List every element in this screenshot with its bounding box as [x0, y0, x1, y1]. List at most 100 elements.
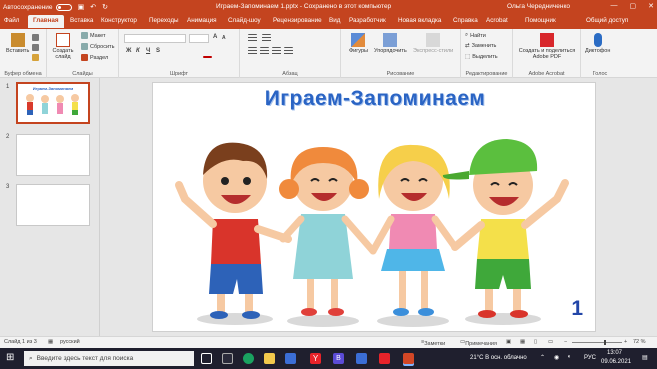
network-icon[interactable]: ◉	[554, 354, 559, 361]
user-name[interactable]: Ольга Чередниченко	[507, 3, 570, 10]
zoom-slider[interactable]	[572, 342, 622, 343]
section-button[interactable]: Раздел	[81, 54, 108, 61]
zoom-level[interactable]: 72 %	[633, 339, 646, 345]
taskbar-search-box[interactable]: ⌕ Введите здесь текст для поиска	[24, 351, 194, 366]
group-clipboard: Вставить Буфер обмена	[0, 29, 47, 78]
windows-start-icon[interactable]: ⊞	[6, 352, 14, 363]
file-explorer-icon[interactable]	[264, 353, 275, 364]
workspace: 1 Играем-Запоминаем 2 3 Играем-Запоминае…	[0, 78, 657, 336]
tab-design[interactable]: Конструктор	[101, 17, 137, 24]
italic-button[interactable]: К	[136, 48, 140, 54]
tab-developer[interactable]: Разработчик	[349, 17, 386, 24]
acrobat-icon[interactable]	[379, 353, 390, 364]
layout-button[interactable]: Макет	[81, 32, 106, 39]
edge-icon[interactable]	[243, 353, 254, 364]
slide-thumbnails-pane: 1 Играем-Запоминаем 2 3	[0, 78, 100, 336]
input-language[interactable]: РУС	[584, 355, 596, 361]
slide-title[interactable]: Играем-Запоминаем	[153, 87, 597, 111]
tab-transitions[interactable]: Переходы	[149, 17, 179, 24]
shapes-button[interactable]: Фигуры	[349, 33, 368, 54]
volume-icon[interactable]: ◖	[567, 354, 571, 360]
underline-button[interactable]: Ч	[146, 48, 150, 54]
increase-font-button[interactable]: A	[213, 34, 217, 40]
slide-sorter-icon[interactable]: ▦	[520, 339, 525, 345]
align-right-icon[interactable]	[272, 47, 281, 56]
zoom-in-button[interactable]: +	[624, 339, 627, 345]
tab-review[interactable]: Рецензирование	[273, 17, 322, 24]
decrease-font-button[interactable]: A	[222, 35, 226, 41]
language-status[interactable]: русский	[60, 339, 80, 345]
new-slide-button[interactable]: Создать слайд	[52, 33, 74, 60]
yandex-browser-icon[interactable]: Y	[310, 353, 321, 364]
autosave-control[interactable]: Автосохранение	[3, 3, 72, 11]
strikethrough-button[interactable]: S	[156, 48, 160, 54]
tab-help[interactable]: Справка	[453, 17, 478, 24]
font-size-select[interactable]	[189, 34, 209, 43]
tab-insert[interactable]: Вставка	[70, 17, 93, 24]
bullets-icon[interactable]	[248, 34, 257, 43]
tab-home[interactable]: Главная	[28, 15, 64, 28]
app-icon[interactable]	[356, 353, 367, 364]
save-icon[interactable]: ▣	[78, 3, 85, 11]
justify-icon[interactable]	[284, 47, 293, 56]
tab-acrobat[interactable]: Acrobat	[486, 17, 508, 24]
cortana-icon[interactable]	[201, 353, 212, 364]
spellcheck-icon[interactable]: ▦	[48, 339, 53, 345]
dictate-button[interactable]: Диктофон	[585, 33, 610, 54]
numbering-icon[interactable]	[262, 34, 271, 43]
font-name-select[interactable]	[124, 34, 186, 43]
zoom-slider-thumb[interactable]	[604, 340, 606, 345]
reading-view-icon[interactable]: ▯	[534, 339, 537, 345]
redo-icon[interactable]: ↻	[102, 3, 108, 11]
copy-icon[interactable]	[32, 44, 39, 51]
paste-button[interactable]: Вставить	[6, 33, 29, 54]
thumbnail-slide-1[interactable]: Играем-Запоминаем	[16, 82, 90, 124]
format-painter-icon[interactable]	[32, 54, 39, 61]
zoom-out-button[interactable]: −	[564, 339, 567, 345]
create-pdf-button[interactable]: Создать и поделиться Adobe PDF	[517, 33, 577, 60]
thumbnail-slide-3[interactable]	[16, 184, 90, 226]
task-view-icon[interactable]	[222, 353, 233, 364]
store-icon[interactable]	[285, 353, 296, 364]
cut-icon[interactable]	[32, 34, 39, 41]
close-button[interactable]: ✕	[648, 2, 654, 10]
font-color-icon[interactable]	[203, 56, 212, 58]
find-button[interactable]: ⌕ Найти	[465, 32, 486, 39]
undo-icon[interactable]: ↶	[90, 3, 96, 11]
voice-group-label: Голос	[592, 71, 608, 77]
powerpoint-icon[interactable]	[403, 353, 414, 364]
tab-assistant[interactable]: Помощник	[525, 17, 556, 24]
autosave-toggle[interactable]	[55, 3, 72, 11]
thumbnail-slide-2[interactable]	[16, 134, 90, 176]
clock-time[interactable]: 13:07	[607, 350, 622, 356]
arrange-button[interactable]: Упорядочить	[374, 33, 407, 54]
share-button[interactable]: Общий доступ	[586, 17, 628, 24]
tab-slideshow[interactable]: Слайд-шоу	[228, 17, 261, 24]
minimize-button[interactable]: —	[611, 2, 618, 10]
select-button[interactable]: ⬚ Выделить	[465, 54, 498, 60]
search-placeholder: Введите здесь текст для поиска	[36, 355, 134, 362]
paste-icon	[10, 33, 25, 47]
quick-styles-button[interactable]: Экспресс-стили	[413, 33, 453, 54]
restore-button[interactable]: ▢	[630, 2, 637, 10]
tab-animations[interactable]: Анимация	[187, 17, 217, 24]
weather-indicator[interactable]: 21°C В осн. облачно	[470, 355, 527, 361]
normal-view-icon[interactable]: ▣	[506, 339, 511, 345]
clock-date[interactable]: 09.06.2021	[601, 359, 631, 365]
slide-canvas[interactable]: Играем-Запоминаем 1	[152, 82, 596, 332]
tab-file[interactable]: Файл	[4, 17, 19, 24]
bold-button[interactable]: Ж	[126, 48, 131, 54]
app-b-icon[interactable]: B	[333, 353, 344, 364]
new-slide-label: Создать слайд	[52, 48, 74, 60]
reset-button[interactable]: Сбросить	[81, 43, 114, 50]
slideshow-view-icon[interactable]: ▭	[548, 339, 553, 345]
comments-button[interactable]: ▭ Примечания	[460, 339, 497, 347]
notes-button[interactable]: ≡ Заметки	[421, 339, 445, 347]
tab-new[interactable]: Новая вкладка	[398, 17, 441, 24]
align-left-icon[interactable]	[248, 47, 257, 56]
notifications-icon[interactable]: ▤	[642, 354, 648, 361]
align-center-icon[interactable]	[260, 47, 269, 56]
replace-button[interactable]: ⇄ Заменить	[465, 43, 496, 49]
tab-view[interactable]: Вид	[329, 17, 340, 24]
tray-expand-icon[interactable]: ⌃	[540, 354, 545, 361]
